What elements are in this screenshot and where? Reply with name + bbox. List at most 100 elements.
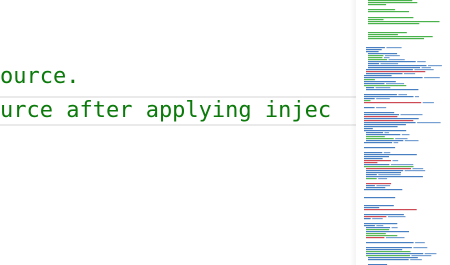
- minimap-line: [366, 49, 382, 51]
- minimap-line: [364, 130, 407, 132]
- minimap-line: [383, 152, 391, 154]
- minimap-line: [387, 216, 406, 218]
- minimap-line: [366, 237, 385, 239]
- minimap-line: [366, 71, 426, 73]
- minimap-line: [364, 79, 375, 81]
- minimap-line: [366, 249, 403, 251]
- minimap-line: [368, 57, 383, 59]
- minimap-line: [411, 255, 432, 257]
- minimap-line: [364, 122, 416, 124]
- minimap-line: [364, 209, 417, 211]
- minimap-line: [368, 53, 398, 55]
- minimap-line: [368, 63, 379, 65]
- minimap-line: [364, 118, 419, 120]
- minimap-line: [414, 69, 434, 71]
- editor-text-area[interactable]: ource. urce after applying injec: [0, 0, 356, 265]
- minimap-line: [422, 102, 434, 104]
- minimap-line: [366, 136, 385, 138]
- minimap-line: [391, 227, 398, 229]
- minimap-line: [366, 168, 411, 170]
- minimap-line: [375, 87, 391, 89]
- minimap-line: [368, 19, 384, 21]
- minimap-line: [364, 126, 398, 128]
- minimap-line: [364, 75, 392, 77]
- minimap-line: [364, 98, 375, 100]
- minimap-line: [368, 11, 409, 13]
- minimap-line: [376, 107, 387, 109]
- minimap-line: [366, 235, 398, 237]
- minimap-line: [386, 47, 402, 49]
- minimap-line: [366, 73, 403, 75]
- minimap-line: [393, 142, 399, 144]
- code-line-comment[interactable]: ource.: [0, 63, 356, 91]
- minimap-line: [388, 59, 405, 61]
- minimap-line: [364, 207, 380, 209]
- minimap-line: [368, 61, 416, 63]
- minimap-line: [412, 168, 424, 170]
- code-line-comment-current[interactable]: urce after applying injec: [0, 97, 356, 125]
- minimap-line: [364, 128, 373, 130]
- minimap-line: [392, 160, 399, 162]
- minimap-line: [366, 229, 390, 231]
- minimap-line: [384, 55, 400, 57]
- minimap-line: [366, 132, 383, 134]
- minimap-line: [368, 38, 424, 40]
- minimap-line: [364, 225, 375, 227]
- minimap-line: [368, 55, 384, 57]
- minimap-line: [368, 2, 418, 4]
- minimap-line: [364, 147, 396, 149]
- minimap-line: [364, 164, 390, 166]
- minimap-line: [364, 152, 383, 154]
- minimap-line: [366, 47, 385, 49]
- minimap-line: [364, 154, 417, 156]
- minimap-line: [364, 142, 393, 144]
- minimap-line: [366, 140, 404, 142]
- minimap-line: [364, 77, 423, 79]
- minimap-line: [364, 81, 396, 83]
- minimap-line: [364, 218, 371, 220]
- code-editor[interactable]: ource. urce after applying injec: [0, 0, 450, 265]
- minimap-line: [364, 158, 383, 160]
- minimap-line: [378, 178, 388, 180]
- minimap-line: [372, 218, 383, 220]
- minimap-line: [366, 174, 377, 176]
- minimap-line: [415, 96, 419, 98]
- minimap-line: [368, 65, 427, 67]
- minimap-line: [364, 83, 385, 85]
- minimap-line: [366, 247, 412, 249]
- minimap-line: [364, 124, 406, 126]
- minimap-line: [380, 63, 399, 65]
- minimap-line: [401, 134, 410, 136]
- minimap-line: [366, 185, 375, 187]
- minimap-line: [366, 172, 401, 174]
- minimap-line: [368, 17, 414, 19]
- minimap-line: [368, 259, 409, 261]
- minimap[interactable]: [356, 0, 450, 265]
- minimap-line: [366, 138, 394, 140]
- minimap-line: [366, 183, 392, 185]
- minimap-line: [368, 67, 421, 69]
- minimap-line: [385, 237, 405, 239]
- minimap-line: [415, 242, 425, 244]
- minimap-line: [366, 170, 404, 172]
- minimap-line: [386, 83, 405, 85]
- minimap-line: [364, 156, 389, 158]
- minimap-line: [421, 67, 431, 69]
- minimap-line: [366, 253, 424, 255]
- minimap-line: [404, 73, 416, 75]
- minimap-line: [364, 120, 414, 122]
- minimap-line: [404, 170, 426, 172]
- minimap-line: [368, 59, 388, 61]
- minimap-line: [424, 253, 437, 255]
- minimap-line: [364, 107, 375, 109]
- minimap-line: [366, 87, 375, 89]
- minimap-line: [364, 94, 397, 96]
- minimap-line: [428, 65, 442, 67]
- minimap-line: [364, 214, 404, 216]
- minimap-line: [368, 32, 407, 34]
- minimap-line: [364, 223, 398, 225]
- minimap-line: [366, 255, 410, 257]
- minimap-line: [364, 102, 422, 104]
- minimap-canvas[interactable]: [356, 0, 450, 265]
- minimap-line: [376, 98, 390, 100]
